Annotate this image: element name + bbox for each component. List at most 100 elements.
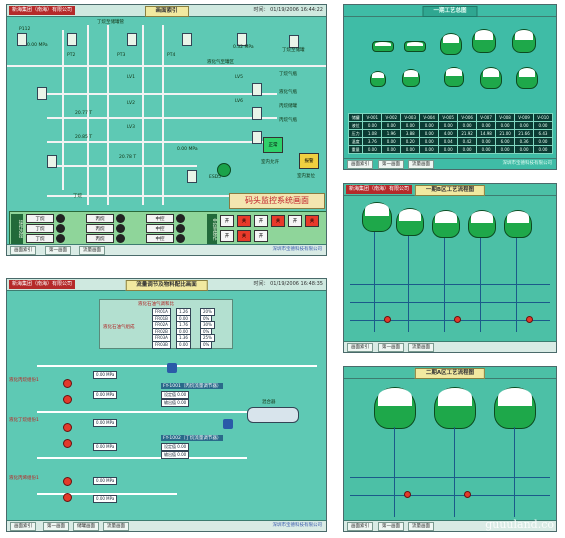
pressure-gauge[interactable] [252,107,262,120]
nav-button[interactable]: 第一画面 [378,160,404,169]
pressure-gauge[interactable] [47,155,57,168]
nav-button[interactable]: 画面索引 [347,160,373,169]
pump-status[interactable] [63,423,72,432]
nav-button[interactable]: 流量画面 [408,160,434,169]
nav-button[interactable]: 画面索引 [10,522,36,531]
selector-knob-icon[interactable] [56,224,65,233]
normal-button[interactable]: 正常 [263,137,283,153]
pump-button[interactable]: 丙烷 [86,234,114,243]
tank[interactable] [374,387,416,429]
pump-button[interactable]: 丁烷 [26,214,54,223]
table-header: V-007 [476,113,497,122]
flow-meter[interactable] [167,363,177,373]
tank[interactable] [468,210,496,238]
tag-label: 丙烷储罐 [279,104,297,109]
pressure-gauge[interactable] [17,33,27,46]
nav-button[interactable]: 画面索引 [10,246,36,255]
pipe [350,284,550,285]
pump-button[interactable]: 中控 [146,224,174,233]
valve-indicator[interactable] [464,491,471,498]
tank[interactable] [444,67,464,87]
op-button[interactable]: 关 [237,215,251,227]
flow-meter[interactable] [223,419,233,429]
nav-button[interactable]: 流量画面 [408,522,434,531]
nav-button[interactable]: 第一画面 [43,522,69,531]
op-button[interactable]: 开 [288,215,302,227]
op-button[interactable]: 开 [220,215,234,227]
selector-knob-icon[interactable] [56,214,65,223]
tank[interactable] [494,387,536,429]
pressure-gauge[interactable] [67,33,77,46]
nav-button[interactable]: 流量画面 [103,522,129,531]
op-button[interactable]: 关 [271,215,285,227]
mixer-vessel[interactable]: 混合器 [247,400,299,423]
valve-indicator[interactable] [526,316,533,323]
alarm-button[interactable]: 报警 [299,153,319,169]
pump-status[interactable] [63,439,72,448]
valve-indicator[interactable] [384,316,391,323]
pressure-gauge[interactable] [252,83,262,96]
tank[interactable] [432,210,460,238]
nav-button[interactable]: 流量画面 [79,246,105,255]
selector-knob-icon[interactable] [116,234,125,243]
tank[interactable] [396,208,424,236]
selector-knob-icon[interactable] [56,234,65,243]
valve-indicator[interactable] [454,316,461,323]
tank[interactable] [372,41,394,52]
pressure-gauge[interactable] [37,87,47,100]
pump-status[interactable] [63,395,72,404]
tank[interactable] [434,387,476,429]
ratio-left: 液化石油气组成 [103,325,135,330]
selector-knob-icon[interactable] [116,214,125,223]
op-button[interactable]: 开 [220,230,234,242]
tank[interactable] [504,210,532,238]
tank[interactable] [512,29,536,53]
source-label: 液化丁烷组份1 [9,418,39,423]
nav-button[interactable]: 画面索引 [347,522,373,531]
op-button[interactable]: 关 [237,230,251,242]
op-button[interactable]: 开 [254,215,268,227]
nav-button[interactable]: 第一画面 [378,343,404,352]
nav-button[interactable]: 流量画面 [408,343,434,352]
tank[interactable] [480,67,502,89]
pressure-gauge[interactable] [182,33,192,46]
table-cell: 0.00 [438,145,459,154]
tank[interactable] [472,29,496,53]
pump-button[interactable]: 丙烷 [86,224,114,233]
nav-button[interactable]: 第一画面 [378,522,404,531]
selector-knob-icon[interactable] [176,224,185,233]
pump-button[interactable]: 中控 [146,214,174,223]
nav-button[interactable]: 画面索引 [347,343,373,352]
company-label: 新海集团（南海）有限公司 [9,6,76,15]
pump-status[interactable] [63,477,72,486]
pump-status[interactable] [63,379,72,388]
selector-knob-icon[interactable] [116,224,125,233]
pressure-gauge[interactable] [187,170,197,183]
pipe [350,320,550,321]
pump-button[interactable]: 丙烷 [86,214,114,223]
valve-indicator[interactable] [217,163,231,177]
tank[interactable] [402,69,420,87]
nav-button[interactable]: 储罐画面 [73,522,99,531]
op-button[interactable]: 关 [305,215,319,227]
tank[interactable] [404,41,426,52]
nav-button[interactable]: 第一画面 [45,246,71,255]
selector-knob-icon[interactable] [176,214,185,223]
reset-label: 室内复位 [297,174,315,179]
selector-knob-icon[interactable] [176,234,185,243]
tank[interactable] [362,202,392,232]
table-cell: 0.00 [514,145,535,154]
tank[interactable] [516,67,538,89]
pump-button[interactable]: 丁烷 [26,224,54,233]
value-box: 0.00 MPa [93,443,118,451]
table-cell: 温度 [347,137,364,146]
valve-indicator[interactable] [404,491,411,498]
pump-button[interactable]: 中控 [146,234,174,243]
tank[interactable] [440,33,462,55]
pump-button[interactable]: 丁烷 [26,234,54,243]
pump-status[interactable] [63,493,72,502]
pressure-gauge[interactable] [252,131,262,144]
op-button[interactable]: 开 [254,230,268,242]
pressure-gauge[interactable] [127,33,137,46]
tank[interactable] [370,71,386,87]
